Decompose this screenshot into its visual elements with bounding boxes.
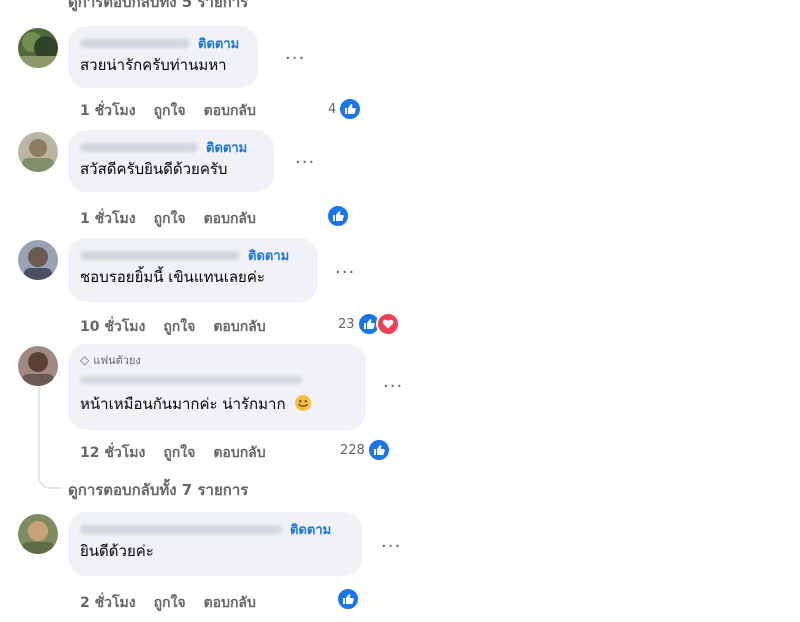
follow-button[interactable]: ติดตาม <box>206 137 247 158</box>
diamond-icon: ◇ <box>80 353 90 367</box>
like-action[interactable]: ถูกใจ <box>154 100 186 122</box>
reply-action[interactable]: ตอบกลับ <box>204 592 256 614</box>
like-action[interactable]: ถูกใจ <box>154 592 186 614</box>
reply-action[interactable]: ตอบกลับ <box>213 442 265 464</box>
like-action[interactable]: ถูกใจ <box>163 316 195 338</box>
reaction-count: 228 <box>340 442 365 458</box>
more-options-button[interactable]: ··· <box>335 262 355 283</box>
comment-actions: 12 ชั่วโมง ถูกใจ ตอบกลับ <box>80 442 284 464</box>
follow-button[interactable]: ติดตาม <box>248 245 289 266</box>
avatar-image <box>18 240 58 280</box>
avatar[interactable] <box>18 346 58 386</box>
comment-bubble: ติดตาม สวยน่ารักครับท่านมหา <box>68 26 258 88</box>
timestamp[interactable]: 10 ชั่วโมง <box>80 316 145 338</box>
comment-actions: 2 ชั่วโมง ถูกใจ ตอบกลับ <box>80 592 274 614</box>
like-icon <box>326 204 350 228</box>
comment-actions: 1 ชั่วโมง ถูกใจ ตอบกลับ <box>80 208 274 230</box>
comment-bubble: ติดตาม ชอบรอยยิ้มนี้ เขินแทนเลยค่ะ <box>68 238 318 302</box>
avatar[interactable] <box>18 240 58 280</box>
smile-emoji-icon <box>295 395 312 411</box>
follow-button[interactable]: ติดตาม <box>290 519 331 540</box>
reaction-count: 23 <box>338 316 355 332</box>
timestamp[interactable]: 1 ชั่วโมง <box>80 100 136 122</box>
comment-bubble: ◇ แฟนตัวยง หน้าเหมือนกันมากค่ะ น่ารักมาก <box>68 344 366 430</box>
comment-actions: 1 ชั่วโมง ถูกใจ ตอบกลับ <box>80 100 274 122</box>
reaction-summary[interactable] <box>326 204 350 228</box>
avatar[interactable] <box>18 28 58 68</box>
reply-action[interactable]: ตอบกลับ <box>204 208 256 230</box>
avatar[interactable] <box>18 514 58 554</box>
reply-thread-curve <box>38 465 62 489</box>
more-options-button[interactable]: ··· <box>381 536 401 557</box>
comment-actions: 10 ชั่วโมง ถูกใจ ตอบกลับ <box>80 316 284 338</box>
commenter-name-redacted[interactable] <box>80 142 198 152</box>
view-replies-link[interactable]: ดูการตอบกลับทั้ง 7 รายการ <box>68 478 248 502</box>
avatar-image <box>18 132 58 172</box>
reaction-summary[interactable]: 4 <box>328 97 363 121</box>
top-fan-badge: ◇ แฟนตัวยง <box>80 352 354 368</box>
reply-thread-line <box>38 382 40 477</box>
avatar-image <box>18 514 58 554</box>
reaction-count: 4 <box>328 101 337 117</box>
like-action[interactable]: ถูกใจ <box>154 208 186 230</box>
reply-action[interactable]: ตอบกลับ <box>204 100 256 122</box>
commenter-name-redacted[interactable] <box>80 38 190 48</box>
comment-text: หน้าเหมือนกันมากค่ะ น่ารักมาก <box>80 395 286 413</box>
comment-text-row: หน้าเหมือนกันมากค่ะ น่ารักมาก <box>80 394 354 414</box>
reaction-summary[interactable] <box>336 587 360 611</box>
timestamp[interactable]: 1 ชั่วโมง <box>80 208 136 230</box>
commenter-name-redacted[interactable] <box>80 524 282 534</box>
like-icon <box>336 587 360 611</box>
commenter-name-redacted[interactable] <box>80 250 240 260</box>
avatar-image <box>18 28 58 68</box>
view-replies-link-top[interactable]: ดูการตอบกลับทั้ง 5 รายการ <box>68 0 248 14</box>
comment-text: ชอบรอยยิ้มนี้ เขินแทนเลยค่ะ <box>80 268 265 286</box>
comment-bubble: ติดตาม สวัสดีครับยินดีด้วยครับ <box>68 130 274 192</box>
more-options-button[interactable]: ··· <box>383 376 403 397</box>
timestamp[interactable]: 12 ชั่วโมง <box>80 442 145 464</box>
like-icon <box>338 97 363 121</box>
more-options-button[interactable]: ··· <box>295 152 315 173</box>
reaction-summary[interactable]: 23 <box>338 312 400 336</box>
like-icon <box>366 438 391 462</box>
commenter-name-redacted[interactable] <box>80 376 302 384</box>
more-options-button[interactable]: ··· <box>285 48 305 69</box>
heart-icon <box>375 312 400 336</box>
comment-text: ยินดีด้วยค่ะ <box>80 542 154 560</box>
reply-action[interactable]: ตอบกลับ <box>213 316 265 338</box>
comment-text: สวัสดีครับยินดีด้วยครับ <box>80 160 228 178</box>
comment-bubble: ติดตาม ยินดีด้วยค่ะ <box>68 512 362 576</box>
timestamp[interactable]: 2 ชั่วโมง <box>80 592 136 614</box>
comment-text: สวยน่ารักครับท่านมหา <box>80 56 227 74</box>
avatar-image <box>18 346 58 386</box>
fan-badge-label: แฟนตัวยง <box>93 354 141 367</box>
like-action[interactable]: ถูกใจ <box>163 442 195 464</box>
follow-button[interactable]: ติดตาม <box>198 33 239 54</box>
avatar[interactable] <box>18 132 58 172</box>
reaction-summary[interactable]: 228 <box>340 438 391 462</box>
